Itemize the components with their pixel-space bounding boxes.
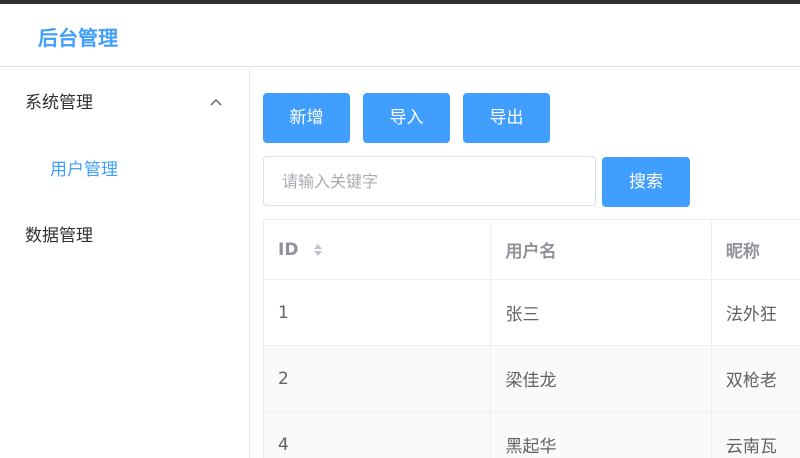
- sidebar-item-user-management[interactable]: 用户管理: [50, 158, 118, 182]
- import-button[interactable]: 导入: [363, 93, 450, 143]
- sidebar: 系统管理 用户管理 数据管理: [0, 67, 250, 458]
- app-header: 后台管理: [0, 4, 800, 67]
- column-header-nickname: 昵称: [711, 219, 800, 280]
- table-header-row: ID 用户名 昵称: [263, 219, 800, 280]
- cell-username: 张三: [490, 279, 712, 346]
- main-content: 新增 导入 导出 搜索 ID 用户名 昵称 1 张三 法外狂: [250, 67, 800, 458]
- table-row[interactable]: 4 黑起华 云南瓦: [263, 411, 800, 458]
- table-row[interactable]: 1 张三 法外狂: [263, 279, 800, 346]
- cell-id: 1: [263, 279, 492, 346]
- cell-username: 梁佳龙: [490, 345, 712, 412]
- sidebar-item-data-management[interactable]: 数据管理: [25, 224, 93, 248]
- user-table: ID 用户名 昵称 1 张三 法外狂 2 梁佳龙 双枪老 4 黑起华 云南瓦: [263, 219, 800, 458]
- cell-username: 黑起华: [490, 411, 712, 458]
- search-button[interactable]: 搜索: [602, 157, 690, 207]
- sidebar-item-system-management[interactable]: 系统管理: [25, 91, 93, 115]
- export-button[interactable]: 导出: [463, 93, 550, 143]
- app-title: 后台管理: [38, 26, 118, 50]
- sort-caret-icon[interactable]: [312, 242, 324, 258]
- cell-id: 4: [263, 411, 492, 458]
- cell-nickname: 双枪老: [711, 345, 800, 412]
- column-header-username: 用户名: [490, 219, 712, 280]
- cell-nickname: 法外狂: [711, 279, 800, 346]
- column-header-label: ID: [278, 239, 299, 260]
- table-row[interactable]: 2 梁佳龙 双枪老: [263, 345, 800, 412]
- cell-nickname: 云南瓦: [711, 411, 800, 458]
- chevron-up-icon[interactable]: [208, 96, 224, 108]
- cell-id: 2: [263, 345, 492, 412]
- search-input[interactable]: [263, 156, 596, 206]
- column-header-id[interactable]: ID: [263, 219, 492, 280]
- add-button[interactable]: 新增: [263, 93, 350, 143]
